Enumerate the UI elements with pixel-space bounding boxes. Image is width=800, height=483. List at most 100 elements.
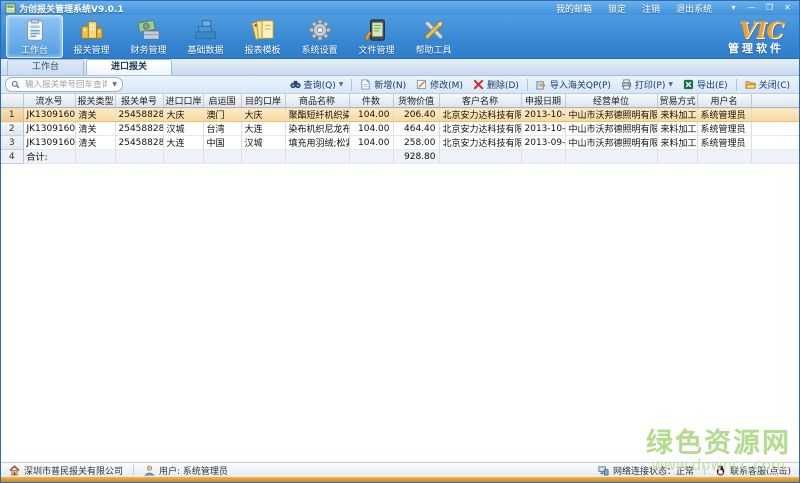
user-icon xyxy=(144,465,155,476)
print-dropdown-icon[interactable]: ▼ xyxy=(668,82,673,88)
search-icon xyxy=(11,80,20,89)
statusbar-support[interactable]: 联系客服(点击) xyxy=(715,464,791,477)
table-cell: 2013-09-16 xyxy=(521,136,565,150)
workbench-icon xyxy=(23,18,47,42)
toolbar-item-label: 系统设置 xyxy=(301,43,337,56)
main-toolbar: 工作台 报关管理 财务管理 基础数据 报表模板 系统设置 文件管理 帮助工具 xyxy=(1,15,799,59)
search-dropdown-icon[interactable]: ▼ xyxy=(112,82,117,88)
modify-button[interactable]: 修改(M) xyxy=(411,77,468,92)
bottom-accent-strip xyxy=(1,477,799,482)
delete-button[interactable]: 删除(D) xyxy=(468,77,524,92)
total-row[interactable]: 4 合计: 928.80 xyxy=(1,150,799,164)
table-cell: 2545882841 xyxy=(115,122,163,136)
menu-link-mailbox[interactable]: 我的邮箱 xyxy=(556,2,592,15)
table-cell: 来料加工 xyxy=(657,122,697,136)
table-cell xyxy=(657,150,697,164)
column-header[interactable]: 申报日期 xyxy=(521,94,565,108)
table-cell xyxy=(203,150,241,164)
search-input[interactable] xyxy=(23,79,109,91)
column-header[interactable]: 进口口岸 xyxy=(163,94,203,108)
toolbar-item-file-management[interactable]: 文件管理 xyxy=(348,15,405,58)
customs-management-icon xyxy=(80,18,104,42)
tab-import-declaration[interactable]: 进口报关 xyxy=(86,59,172,75)
print-button[interactable]: 打印(P) ▼ xyxy=(616,77,678,92)
table-cell xyxy=(751,150,799,164)
tab-workbench[interactable]: 工作台 xyxy=(7,59,84,75)
finance-icon xyxy=(137,18,161,42)
modify-button-label: 修改(M) xyxy=(430,78,463,91)
table-cell: 聚酯短纤机织染色... xyxy=(285,108,349,122)
table-cell: 2545882842 xyxy=(115,108,163,122)
command-buttons: 查询(Q) ▼ 新增(N) 修改(M) 删除(D) 导入海关QP(P) xyxy=(285,77,795,92)
query-dropdown-icon[interactable]: ▼ xyxy=(339,82,344,88)
column-header[interactable]: 用户名 xyxy=(697,94,751,108)
table-row[interactable]: 2 JK13091602 清关 2545882841 汉城 台湾 大连 染布机织… xyxy=(1,122,799,136)
statusbar-right: 网络连接状态：正常 联系客服(点击) xyxy=(598,464,791,477)
add-button-label: 新增(N) xyxy=(374,78,406,91)
column-header[interactable]: 目的口岸 xyxy=(241,94,285,108)
total-label: 合计: xyxy=(23,150,75,164)
toolbar-item-base-data[interactable]: 基础数据 xyxy=(177,15,234,58)
column-header[interactable]: 流水号 xyxy=(23,94,75,108)
table-row[interactable]: 3 JK13091601 清关 2545882840 大连 中国 汉城 填充用羽… xyxy=(1,136,799,150)
tab-bar: 工作台 进口报关 xyxy=(1,59,799,76)
table-cell: 中山市沃邦德照明有限公司 xyxy=(565,136,657,150)
table-cell: 台湾 xyxy=(203,122,241,136)
minimize-button[interactable]: — xyxy=(744,3,759,14)
separator xyxy=(527,79,528,91)
current-user: 用户: 系统管理员 xyxy=(159,464,228,477)
export-button[interactable]: 导出(E) xyxy=(678,77,733,92)
query-button-label: 查询(Q) xyxy=(304,78,336,91)
vic-logo: VIC 管理软件 xyxy=(728,20,794,54)
toolbar-item-help-tools[interactable]: 帮助工具 xyxy=(405,15,462,58)
titlebar-menu: 我的邮箱 锁定 注销 退出系统 xyxy=(556,2,712,15)
table-cell: 2013-10-31 xyxy=(521,108,565,122)
table-cell: 来料加工 xyxy=(657,108,697,122)
close-tab-button[interactable]: 关闭(C) xyxy=(740,77,795,92)
table-cell: 104.00 xyxy=(349,108,393,122)
toolbar-item-report-template[interactable]: 报表模板 xyxy=(234,15,291,58)
column-header[interactable]: 启运国 xyxy=(203,94,241,108)
table-cell xyxy=(163,150,203,164)
delete-button-label: 删除(D) xyxy=(487,78,519,91)
table-cell: 中山市沃邦德照明有限公司 xyxy=(565,108,657,122)
column-header[interactable]: 客户名称 xyxy=(439,94,521,108)
window-title: 为创报关管理系统V9.0.1 xyxy=(19,2,124,15)
add-button[interactable]: 新增(N) xyxy=(355,77,411,92)
vic-logo-text: VIC xyxy=(728,20,784,42)
gear-icon xyxy=(308,18,332,42)
menu-link-exit[interactable]: 退出系统 xyxy=(676,2,712,15)
menu-link-lock[interactable]: 锁定 xyxy=(608,2,626,15)
column-header[interactable]: 报关类型 xyxy=(75,94,115,108)
toolbar-item-finance[interactable]: 财务管理 xyxy=(120,15,177,58)
import-customs-qp-button[interactable]: 导入海关QP(P) xyxy=(531,77,616,92)
toolbar-item-declaration[interactable]: 报关管理 xyxy=(63,15,120,58)
column-header[interactable]: 经营单位 xyxy=(565,94,657,108)
table-row[interactable]: 1 JK13091603 清关 2545882842 大庆 澳门 大庆 聚酯短纤… xyxy=(1,108,799,122)
menu-link-logout[interactable]: 注销 xyxy=(642,2,660,15)
printer-icon xyxy=(621,79,632,90)
declarations-table: 流水号 报关类型 报关单号 进口口岸 启运国 目的口岸 商品名称 件数 货物价值… xyxy=(1,94,799,164)
column-header[interactable]: 贸易方式 xyxy=(657,94,697,108)
column-header[interactable]: 件数 xyxy=(349,94,393,108)
close-tab-button-label: 关闭(C) xyxy=(759,78,790,91)
table-cell xyxy=(751,136,799,150)
column-header[interactable]: 货物价值 xyxy=(393,94,439,108)
row-number: 3 xyxy=(1,136,23,150)
skin-button[interactable]: ▾ xyxy=(726,3,741,14)
query-button[interactable]: 查询(Q) ▼ xyxy=(285,77,349,92)
table-cell: 104.00 xyxy=(349,136,393,150)
toolbar-item-settings[interactable]: 系统设置 xyxy=(291,15,348,58)
home-icon xyxy=(9,465,20,476)
separator xyxy=(736,79,737,91)
toolbar-item-workbench[interactable]: 工作台 xyxy=(6,15,63,58)
column-header xyxy=(1,94,23,108)
restore-button[interactable]: ❐ xyxy=(762,3,777,14)
statusbar-network: 网络连接状态：正常 xyxy=(598,464,694,477)
search-box[interactable]: ▼ xyxy=(5,77,123,92)
toolbar-item-label: 报关管理 xyxy=(73,43,109,56)
close-button[interactable]: ✕ xyxy=(780,3,795,14)
import-icon xyxy=(536,79,547,90)
column-header[interactable]: 报关单号 xyxy=(115,94,163,108)
column-header[interactable]: 商品名称 xyxy=(285,94,349,108)
